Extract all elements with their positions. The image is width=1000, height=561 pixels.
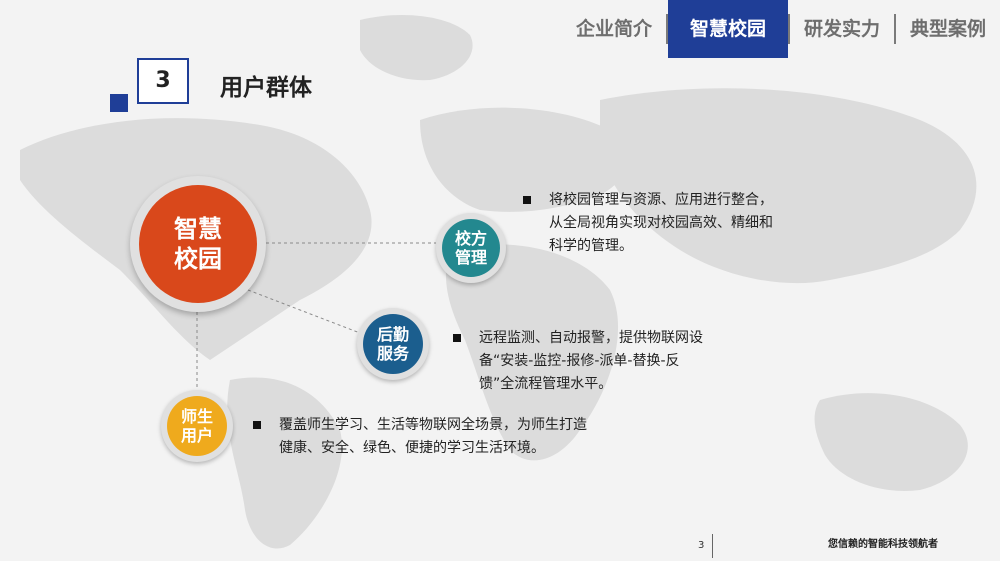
section-number: 3 <box>155 68 171 93</box>
tab-rd-strength[interactable]: 研发实力 <box>790 0 894 58</box>
tab-company-intro[interactable]: 企业简介 <box>562 0 666 58</box>
footer-slogan: 您信赖的智能科技领航者 <box>828 539 938 550</box>
hub-circle-smart-campus: 智慧 校园 <box>130 176 266 312</box>
circle-teacher-student-users: 师生 用户 <box>161 390 233 462</box>
section-accent-square <box>110 94 128 112</box>
description-text: 覆盖师生学习、生活等物联网全场景，为师生打造健康、安全、绿色、便捷的学习生活环境… <box>279 417 587 456</box>
square-bullet-icon <box>453 334 461 342</box>
hub-label: 智慧 校园 <box>174 215 222 273</box>
square-bullet-icon <box>523 196 531 204</box>
footer-divider <box>712 534 713 558</box>
section-title: 用户群体 <box>220 75 312 101</box>
circle-label-logistics: 后勤 服务 <box>376 325 409 363</box>
page-number: 3 <box>698 540 705 551</box>
description-users: 覆盖师生学习、生活等物联网全场景，为师生打造健康、安全、绿色、便捷的学习生活环境… <box>253 414 593 460</box>
circle-campus-management: 校方 管理 <box>436 213 506 283</box>
square-bullet-icon <box>253 421 261 429</box>
circle-label-users: 师生 用户 <box>180 407 213 445</box>
tab-typical-cases[interactable]: 典型案例 <box>896 0 1000 58</box>
tab-smart-campus[interactable]: 智慧校园 <box>667 0 788 58</box>
circle-label-management: 校方 管理 <box>454 229 487 267</box>
description-logistics: 远程监测、自动报警，提供物联网设备“安装-监控-报修-派单-替换-反馈”全流程管… <box>453 327 708 396</box>
description-management: 将校园管理与资源、应用进行整合，从全局视角实现对校园高效、精细和科学的管理。 <box>523 189 783 258</box>
circle-logistics-service: 后勤 服务 <box>357 308 429 380</box>
description-text: 远程监测、自动报警，提供物联网设备“安装-监控-报修-派单-替换-反馈”全流程管… <box>479 330 703 392</box>
top-navigation: 企业简介 智慧校园 研发实力 典型案例 <box>562 0 1000 58</box>
description-text: 将校园管理与资源、应用进行整合，从全局视角实现对校园高效、精细和科学的管理。 <box>549 192 773 254</box>
